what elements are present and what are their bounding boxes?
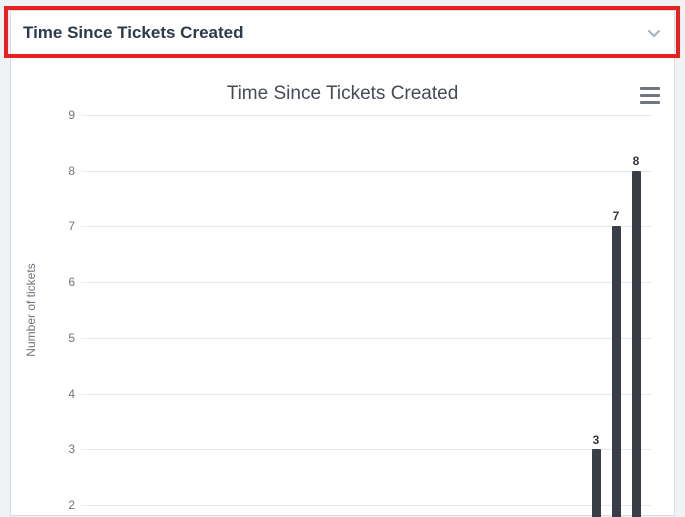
- gridline: [81, 505, 651, 506]
- panel-header-title: Time Since Tickets Created: [23, 23, 243, 43]
- chart-bar: [592, 449, 601, 517]
- ytick: 4: [59, 387, 75, 401]
- gridline: [81, 171, 651, 172]
- gridline: [81, 226, 651, 227]
- bar-value-label: 3: [586, 433, 606, 447]
- y-axis-label: Number of tickets: [24, 263, 38, 356]
- ytick: 6: [59, 275, 75, 289]
- gridline: [81, 394, 651, 395]
- panel-header[interactable]: Time Since Tickets Created: [11, 11, 674, 55]
- ytick: 5: [59, 331, 75, 345]
- chart-area: Time Since Tickets Created Number of tic…: [11, 55, 674, 515]
- chart-bar: [632, 171, 641, 517]
- ytick: 7: [59, 219, 75, 233]
- gridline: [81, 449, 651, 450]
- plot-inner: 9 8 7 6 5 4 3 2: [81, 115, 651, 505]
- widget-panel: Time Since Tickets Created Time Since Ti…: [10, 10, 675, 516]
- gridline: [81, 282, 651, 283]
- ytick: 8: [59, 164, 75, 178]
- chart-title: Time Since Tickets Created: [11, 83, 674, 105]
- chart-menu-icon[interactable]: [640, 85, 664, 105]
- chevron-down-icon[interactable]: [646, 25, 662, 41]
- page-root: Time Since Tickets Created Time Since Ti…: [0, 0, 685, 517]
- bar-value-label: 7: [606, 209, 626, 223]
- ytick: 3: [59, 442, 75, 456]
- ytick: 9: [59, 108, 75, 122]
- gridline: [81, 338, 651, 339]
- bar-value-label: 8: [626, 154, 646, 168]
- plot-region: Number of tickets 9 8 7 6 5 4: [56, 115, 659, 505]
- gridline: [81, 115, 651, 116]
- chart-bar: [612, 226, 621, 517]
- ytick: 2: [59, 498, 75, 512]
